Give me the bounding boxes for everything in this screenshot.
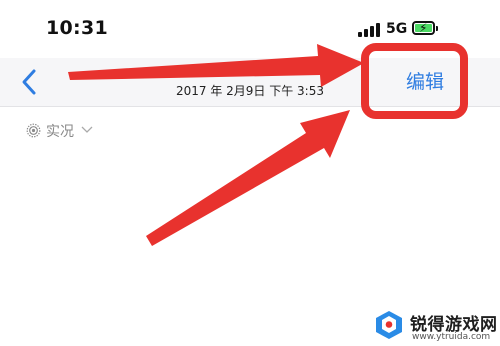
network-type: 5G bbox=[386, 21, 408, 37]
chevron-left-icon[interactable] bbox=[20, 68, 38, 96]
battery-charging-icon: ⚡ bbox=[412, 21, 435, 35]
nav-divider bbox=[0, 106, 500, 107]
photo-date-subtitle: 2017 年 2月9日 下午 3:53 bbox=[175, 84, 324, 98]
pointer-arrow-icon bbox=[146, 110, 350, 246]
live-photo-icon bbox=[26, 123, 41, 138]
photo-detail-screen: 10:31 5G ⚡ 2017 年 2月9日 下午 3:53 编辑 实况 锐得游… bbox=[0, 0, 500, 346]
battery-cap bbox=[436, 26, 438, 31]
nav-title-obscured bbox=[215, 62, 255, 70]
watermark-url: www.ytruida.com bbox=[412, 332, 491, 342]
tutorial-annotation-layer bbox=[68, 43, 468, 246]
site-logo-icon bbox=[376, 311, 402, 339]
edit-button[interactable]: 编辑 bbox=[395, 70, 455, 94]
live-photo-label: 实况 bbox=[46, 124, 74, 140]
chevron-down-icon bbox=[81, 126, 93, 133]
status-time: 10:31 bbox=[46, 17, 108, 39]
cellular-signal-icon bbox=[358, 23, 380, 37]
navigation-bar: 2017 年 2月9日 下午 3:53 编辑 bbox=[0, 58, 500, 106]
